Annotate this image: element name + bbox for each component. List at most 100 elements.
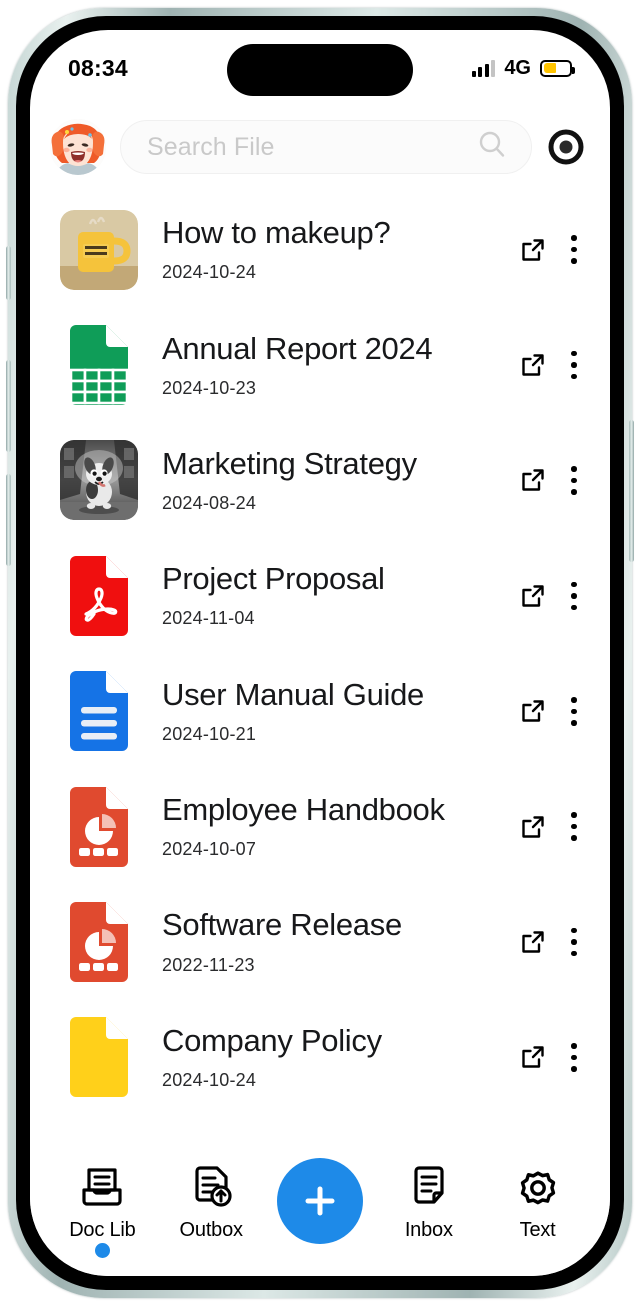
file-icon-wrap (52, 209, 146, 290)
table-row[interactable]: Marketing Strategy 2024-08-24 (52, 423, 588, 538)
volume-up-button[interactable] (6, 360, 11, 452)
table-row[interactable]: Annual Report 2024 2024-10-23 (52, 307, 588, 422)
file-name: Employee Handbook (162, 793, 445, 828)
file-icon-wrap (52, 786, 146, 867)
outbox-upload-icon (188, 1162, 234, 1212)
table-row[interactable]: How to makeup? 2024-10-24 (52, 192, 588, 307)
presentation-file-icon (62, 902, 136, 983)
file-date: 2024-08-24 (162, 493, 257, 514)
spreadsheet-file-icon (62, 325, 136, 406)
volume-down-button[interactable] (6, 474, 11, 566)
table-row[interactable]: Employee Handbook 2024-10-07 (52, 769, 588, 884)
image-thumbnail-dog (60, 440, 138, 521)
file-meta: Annual Report 2024 2024-10-23 (146, 332, 516, 399)
more-vertical-icon[interactable] (564, 233, 584, 267)
table-row[interactable]: Software Release 2022-11-23 (52, 884, 588, 999)
external-link-icon[interactable] (516, 810, 550, 844)
battery-icon (540, 59, 575, 77)
document-file-icon (62, 671, 136, 752)
tab-outbox[interactable]: Outbox (157, 1162, 266, 1242)
active-tab-indicator (94, 1243, 110, 1258)
more-vertical-icon[interactable] (564, 579, 584, 613)
tab-label: Inbox (404, 1219, 453, 1241)
external-link-icon[interactable] (516, 694, 550, 728)
network-type-label: 4G (504, 56, 531, 79)
action-button[interactable] (6, 246, 11, 300)
file-name: User Manual Guide (162, 677, 424, 712)
external-link-icon[interactable] (516, 1040, 550, 1074)
inbox-document-icon (406, 1162, 452, 1212)
tab-doc-lib[interactable]: Doc Lib (48, 1162, 157, 1258)
row-actions (516, 579, 588, 613)
file-date: 2024-10-24 (162, 262, 257, 283)
add-button[interactable] (276, 1158, 363, 1244)
gear-settings-icon (515, 1162, 561, 1212)
file-date: 2022-11-23 (162, 954, 255, 975)
generic-file-icon (62, 1017, 136, 1098)
file-meta: User Manual Guide 2024-10-21 (146, 678, 516, 745)
file-meta: Employee Handbook 2024-10-07 (146, 793, 516, 860)
file-meta: How to makeup? 2024-10-24 (146, 216, 516, 283)
doc-library-icon (79, 1162, 125, 1212)
row-actions (516, 1040, 588, 1074)
file-icon-wrap (52, 325, 146, 406)
record-target-icon[interactable] (546, 127, 586, 167)
search-input[interactable]: Search File (120, 120, 532, 174)
row-actions (516, 810, 588, 844)
status-indicators: 4G (471, 56, 575, 80)
external-link-icon[interactable] (516, 348, 550, 382)
status-clock: 08:34 (68, 54, 128, 81)
file-name: Marketing Strategy (162, 446, 417, 481)
tab-inbox[interactable]: Inbox (374, 1162, 483, 1242)
more-vertical-icon[interactable] (564, 1040, 584, 1074)
file-meta: Marketing Strategy 2024-08-24 (146, 447, 516, 514)
file-icon-wrap (52, 440, 146, 521)
tab-text[interactable]: Text (483, 1162, 592, 1242)
search-placeholder: Search File (147, 132, 275, 161)
search-icon (475, 128, 509, 167)
row-actions (516, 233, 588, 267)
file-meta: Project Proposal 2024-11-04 (146, 562, 516, 629)
file-name: Software Release (162, 908, 402, 943)
file-name: Project Proposal (162, 562, 385, 597)
external-link-icon[interactable] (516, 463, 550, 497)
row-actions (516, 694, 588, 728)
user-avatar[interactable] (50, 119, 106, 175)
file-date: 2024-10-21 (162, 723, 257, 744)
file-icon-wrap (52, 671, 146, 752)
file-date: 2024-10-24 (162, 1069, 257, 1090)
table-row[interactable]: Project Proposal 2024-11-04 (52, 538, 588, 653)
tab-label: Text (519, 1219, 556, 1241)
more-vertical-icon[interactable] (564, 810, 584, 844)
file-date: 2024-10-07 (162, 839, 257, 860)
file-name: Company Policy (162, 1023, 382, 1058)
tab-label: Outbox (179, 1219, 243, 1241)
more-vertical-icon[interactable] (564, 694, 584, 728)
external-link-icon[interactable] (516, 233, 550, 267)
row-actions (516, 348, 588, 382)
file-name: How to makeup? (162, 216, 391, 251)
file-list: How to makeup? 2024-10-24 Annual Report … (30, 192, 610, 1148)
table-row[interactable]: User Manual Guide 2024-10-21 (52, 654, 588, 769)
file-meta: Company Policy 2024-10-24 (146, 1024, 516, 1091)
tab-label: Doc Lib (69, 1219, 136, 1241)
more-vertical-icon[interactable] (564, 463, 584, 497)
power-button[interactable] (629, 420, 634, 562)
phone-screen: 08:34 4G Search File How to makeup? 2024… (30, 30, 610, 1276)
row-actions (516, 925, 588, 959)
external-link-icon[interactable] (516, 579, 550, 613)
file-meta: Software Release 2022-11-23 (146, 908, 516, 975)
image-thumbnail-mug (60, 209, 138, 290)
fab-container (266, 1158, 375, 1244)
more-vertical-icon[interactable] (564, 925, 584, 959)
presentation-file-icon (62, 786, 136, 867)
more-vertical-icon[interactable] (564, 348, 584, 382)
external-link-icon[interactable] (516, 925, 550, 959)
phone-mockup: 08:34 4G Search File How to makeup? 2024… (0, 0, 640, 1306)
file-date: 2024-11-04 (162, 608, 255, 629)
file-date: 2024-10-23 (162, 377, 257, 398)
row-actions (516, 463, 588, 497)
signal-bars-icon (471, 59, 496, 77)
file-icon-wrap (52, 902, 146, 983)
table-row[interactable]: Company Policy 2024-10-24 (52, 1000, 588, 1115)
